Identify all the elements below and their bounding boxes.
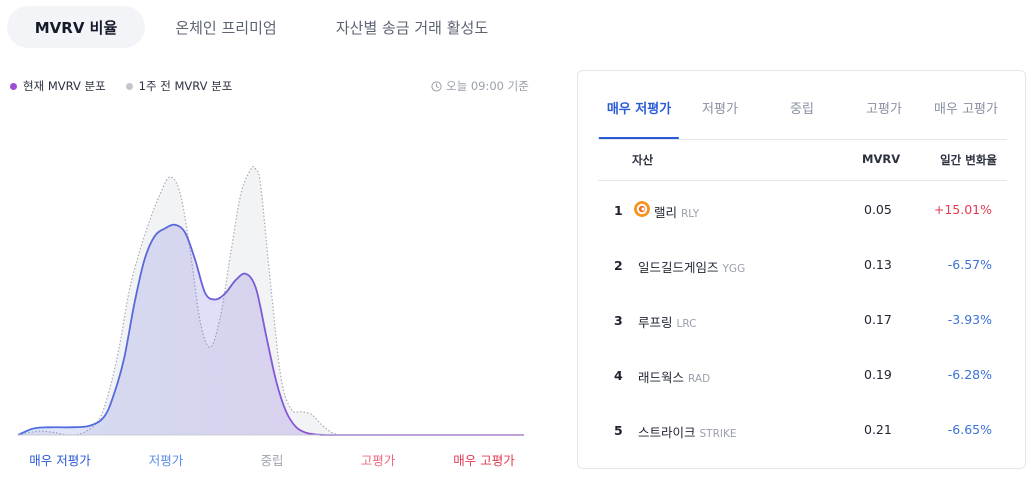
row-mvrv: 0.13: [864, 257, 892, 272]
header-change: 일간 변화율: [940, 153, 997, 167]
legend-previous: 1주 전 MVRV 분포: [125, 78, 233, 94]
panel-tab-overvalued[interactable]: 고평가: [866, 93, 902, 139]
row-change: -6.28%: [947, 367, 992, 382]
table-row[interactable]: 4 래드웍스 RAD 0.19 -6.28%: [598, 348, 1007, 403]
clock-icon: [431, 80, 442, 92]
panel-tab-undervalued[interactable]: 저평가: [702, 93, 738, 139]
tab-onchain-premium[interactable]: 온체인 프리미엄: [146, 6, 306, 48]
table-row[interactable]: 2 일드길드게임즈 YGG 0.13 -6.57%: [598, 238, 1007, 293]
row-rank: 5: [614, 423, 623, 438]
row-mvrv: 0.05: [864, 202, 892, 217]
table-row[interactable]: 1 랠리 RLY 0.05 +15.01%: [598, 183, 1007, 238]
row-rank: 3: [614, 313, 623, 328]
row-mvrv: 0.19: [864, 367, 892, 382]
table-header: 자산 MVRV 일간 변화율: [598, 139, 1007, 181]
asset-name: 래드웍스 RAD: [638, 367, 710, 386]
asset-name: 스트라이크 STRIKE: [638, 422, 737, 441]
legend-current: 현재 MVRV 분포: [10, 78, 106, 94]
table-row[interactable]: 5 스트라이크 STRIKE 0.21 -6.65%: [598, 403, 1007, 458]
timestamp: 오늘 09:00 기준: [431, 78, 529, 94]
chart-legend: 현재 MVRV 분포 1주 전 MVRV 분포: [10, 78, 252, 94]
x-label-very-overvalued: 매우 고평가: [453, 453, 515, 468]
asset-name-text: 일드길드게임즈: [638, 260, 719, 275]
row-rank: 1: [614, 203, 623, 218]
row-rank: 4: [614, 368, 623, 383]
rally-coin-icon: [634, 201, 650, 217]
asset-name-text: 래드웍스: [638, 370, 685, 385]
asset-symbol: YGG: [722, 263, 746, 275]
asset-symbol: RAD: [688, 373, 711, 385]
row-change: +15.01%: [933, 202, 992, 217]
legend-previous-label: 1주 전 MVRV 분포: [138, 79, 233, 93]
tab-mvrv-ratio[interactable]: MVRV 비율: [7, 6, 145, 48]
panel-tab-neutral[interactable]: 중립: [790, 93, 814, 139]
x-label-overvalued: 고평가: [360, 453, 396, 468]
mvrv-distribution-chart: [17, 165, 524, 436]
panel-tab-very-undervalued[interactable]: 매우 저평가: [598, 93, 680, 139]
x-label-undervalued: 저평가: [148, 453, 184, 468]
header-asset: 자산: [632, 153, 654, 167]
x-axis-labels: 매우 저평가 저평가 중립 고평가 매우 고평가: [0, 450, 540, 468]
timestamp-text: 오늘 09:00 기준: [446, 79, 529, 93]
row-change: -6.65%: [947, 422, 992, 437]
asset-name: 일드길드게임즈 YGG: [638, 257, 745, 276]
asset-name: 랠리 RLY: [654, 202, 699, 221]
asset-symbol: STRIKE: [699, 428, 737, 440]
panel-tab-very-overvalued[interactable]: 매우 고평가: [934, 93, 998, 139]
x-label-neutral: 중립: [260, 453, 284, 468]
table-row[interactable]: 3 루프링 LRC 0.17 -3.93%: [598, 293, 1007, 348]
row-mvrv: 0.17: [864, 312, 892, 327]
ranking-panel: 매우 저평가 저평가 중립 고평가 매우 고평가 자산 MVRV 일간 변화율 …: [577, 70, 1026, 469]
legend-current-label: 현재 MVRV 분포: [23, 79, 106, 93]
row-change: -3.93%: [947, 312, 992, 327]
tab-transfer-activity[interactable]: 자산별 송금 거래 활성도: [306, 6, 518, 48]
x-label-very-undervalued: 매우 저평가: [29, 453, 91, 468]
asset-symbol: RLY: [681, 208, 700, 220]
header-mvrv: MVRV: [862, 152, 901, 166]
asset-name-text: 스트라이크: [638, 425, 696, 440]
valuation-tabs: 매우 저평가 저평가 중립 고평가 매우 고평가: [598, 93, 1007, 140]
legend-current-dot: [10, 82, 17, 90]
row-mvrv: 0.21: [864, 422, 892, 437]
asset-symbol: LRC: [676, 318, 697, 330]
asset-name: 루프링 LRC: [638, 312, 696, 331]
row-rank: 2: [614, 258, 623, 273]
asset-name-text: 랠리: [654, 205, 678, 220]
series-layer: [17, 165, 524, 436]
asset-name-text: 루프링: [638, 315, 673, 330]
row-change: -6.57%: [947, 257, 992, 272]
legend-previous-dot: [125, 82, 133, 90]
